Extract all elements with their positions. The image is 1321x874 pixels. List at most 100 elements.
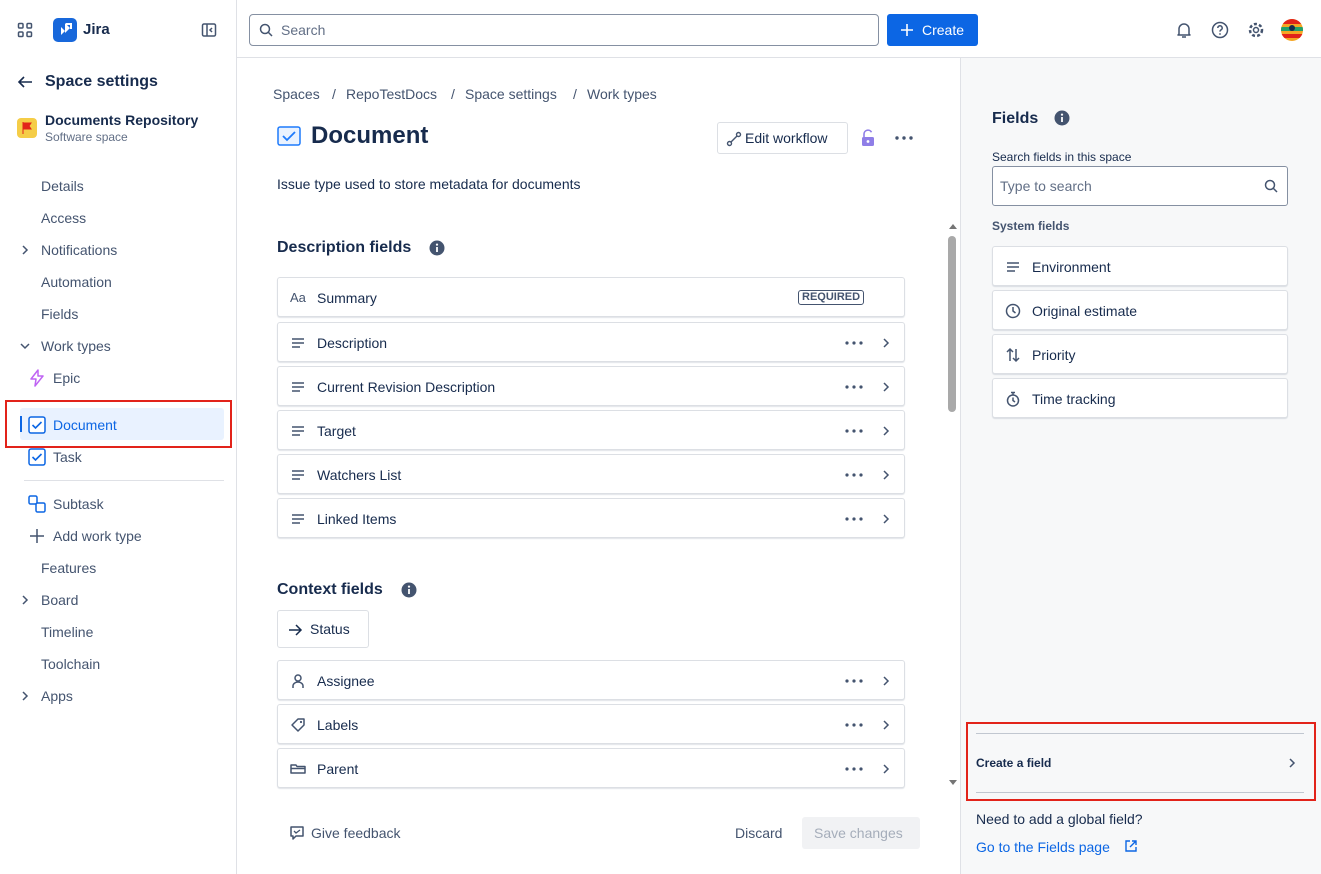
sidebar-item-toolchain[interactable]: Toolchain (41, 654, 100, 674)
divider (24, 480, 224, 481)
more-icon[interactable] (844, 423, 864, 439)
chevron-right-icon[interactable] (18, 590, 32, 610)
sidebar-item-apps[interactable]: Apps (41, 686, 73, 706)
field-row-parent[interactable]: Parent (277, 748, 905, 788)
bell-icon[interactable] (1174, 20, 1194, 40)
global-search-input[interactable]: Search (249, 14, 879, 46)
required-badge: REQUIRED (798, 290, 865, 305)
field-label: Target (317, 423, 356, 439)
field-label: Parent (317, 761, 359, 777)
sidebar-item-work-types[interactable]: Work types (41, 336, 111, 356)
more-icon[interactable] (844, 335, 864, 351)
chevron-right-icon[interactable] (880, 673, 892, 689)
chevron-right-icon[interactable] (880, 717, 892, 733)
feedback-icon[interactable] (289, 825, 305, 841)
chevron-down-icon[interactable] (18, 336, 32, 356)
system-field-label: Priority (1032, 347, 1076, 363)
breadcrumb-repotestdocs[interactable]: RepoTestDocs (346, 86, 437, 102)
field-label: Labels (317, 717, 359, 733)
edit-workflow-button[interactable]: Edit workflow (717, 122, 848, 154)
sidebar-item-details[interactable]: Details (41, 176, 84, 196)
status-label: Status (310, 621, 350, 637)
avatar[interactable] (1281, 19, 1303, 41)
add-work-type-button[interactable]: Add work type (53, 526, 142, 546)
field-row-description[interactable]: Description (277, 322, 905, 362)
unlock-icon[interactable] (860, 129, 876, 147)
more-icon[interactable] (844, 673, 864, 689)
field-row-linked-items[interactable]: Linked Items (277, 498, 905, 538)
system-field-environment[interactable]: Environment (992, 246, 1288, 286)
more-icon[interactable] (844, 717, 864, 733)
sort-arrows-icon (1005, 347, 1021, 363)
chevron-right-icon[interactable] (18, 240, 32, 260)
status-field[interactable]: Status (277, 610, 369, 648)
chevron-right-icon[interactable] (18, 686, 32, 706)
sidebar-item-subtask[interactable]: Subtask (53, 494, 104, 514)
app-switcher-icon[interactable] (17, 22, 33, 38)
app-name[interactable]: Jira (83, 20, 110, 40)
info-icon[interactable] (1054, 110, 1070, 126)
help-icon[interactable] (1210, 20, 1230, 40)
sidebar-item-board[interactable]: Board (41, 590, 78, 610)
create-button[interactable]: Create (887, 14, 978, 46)
field-label: Assignee (317, 673, 375, 689)
space-type: Software space (45, 130, 128, 144)
sidebar-item-automation[interactable]: Automation (41, 272, 112, 292)
system-field-time-tracking[interactable]: Time tracking (992, 378, 1288, 418)
scroll-down-arrow-icon[interactable] (948, 779, 958, 787)
chevron-right-icon[interactable] (880, 335, 892, 351)
sidebar-item-epic[interactable]: Epic (53, 368, 80, 388)
sidebar-item-features[interactable]: Features (41, 558, 96, 578)
breadcrumb-separator: / (573, 86, 577, 102)
arrow-right-icon (287, 622, 303, 638)
main-scrollbar[interactable] (948, 236, 956, 412)
more-icon[interactable] (844, 379, 864, 395)
info-icon[interactable] (401, 582, 417, 598)
sidebar-item-notifications[interactable]: Notifications (41, 240, 117, 260)
discard-button[interactable]: Discard (735, 824, 782, 842)
field-search-input[interactable]: Type to search (992, 166, 1288, 206)
task-checkbox-icon (28, 448, 46, 466)
scroll-up-arrow-icon[interactable] (948, 222, 958, 230)
collapse-sidebar-icon[interactable] (201, 22, 217, 38)
field-row-labels[interactable]: Labels (277, 704, 905, 744)
search-placeholder: Search (281, 22, 326, 38)
save-changes-button[interactable]: Save changes (802, 817, 920, 849)
breadcrumb-spaces[interactable]: Spaces (273, 86, 320, 102)
workflow-icon (726, 131, 742, 147)
field-row-summary[interactable]: Aa Summary REQUIRED (277, 277, 905, 317)
system-field-original-estimate[interactable]: Original estimate (992, 290, 1288, 330)
give-feedback-button[interactable]: Give feedback (311, 824, 401, 842)
chevron-right-icon[interactable] (880, 423, 892, 439)
breadcrumb-space-settings[interactable]: Space settings (465, 86, 557, 102)
chevron-right-icon[interactable] (880, 761, 892, 777)
back-arrow-icon[interactable] (16, 74, 34, 90)
tag-icon (290, 717, 306, 733)
sidebar-item-task[interactable]: Task (53, 447, 82, 467)
system-field-priority[interactable]: Priority (992, 334, 1288, 374)
field-row-current-revision-description[interactable]: Current Revision Description (277, 366, 905, 406)
more-actions-icon[interactable] (894, 130, 914, 146)
sidebar-item-timeline[interactable]: Timeline (41, 622, 93, 642)
jira-logo-icon[interactable] (53, 18, 77, 42)
fields-page-link[interactable]: Go to the Fields page (976, 838, 1110, 856)
field-row-target[interactable]: Target (277, 410, 905, 450)
person-icon (290, 673, 306, 689)
chevron-right-icon[interactable] (880, 379, 892, 395)
info-icon[interactable] (429, 240, 445, 256)
sidebar-item-fields[interactable]: Fields (41, 304, 78, 324)
field-row-assignee[interactable]: Assignee (277, 660, 905, 700)
more-icon[interactable] (844, 467, 864, 483)
more-icon[interactable] (844, 761, 864, 777)
sidebar-item-access[interactable]: Access (41, 208, 86, 228)
chevron-right-icon[interactable] (880, 467, 892, 483)
chevron-right-icon[interactable] (880, 511, 892, 527)
stopwatch-icon (1005, 391, 1021, 407)
field-label: Summary (317, 290, 377, 306)
field-row-watchers-list[interactable]: Watchers List (277, 454, 905, 494)
external-link-icon[interactable] (1124, 839, 1138, 853)
field-search-label: Search fields in this space (992, 150, 1132, 164)
breadcrumb-work-types[interactable]: Work types (587, 86, 657, 102)
settings-icon[interactable] (1246, 20, 1266, 40)
more-icon[interactable] (844, 511, 864, 527)
